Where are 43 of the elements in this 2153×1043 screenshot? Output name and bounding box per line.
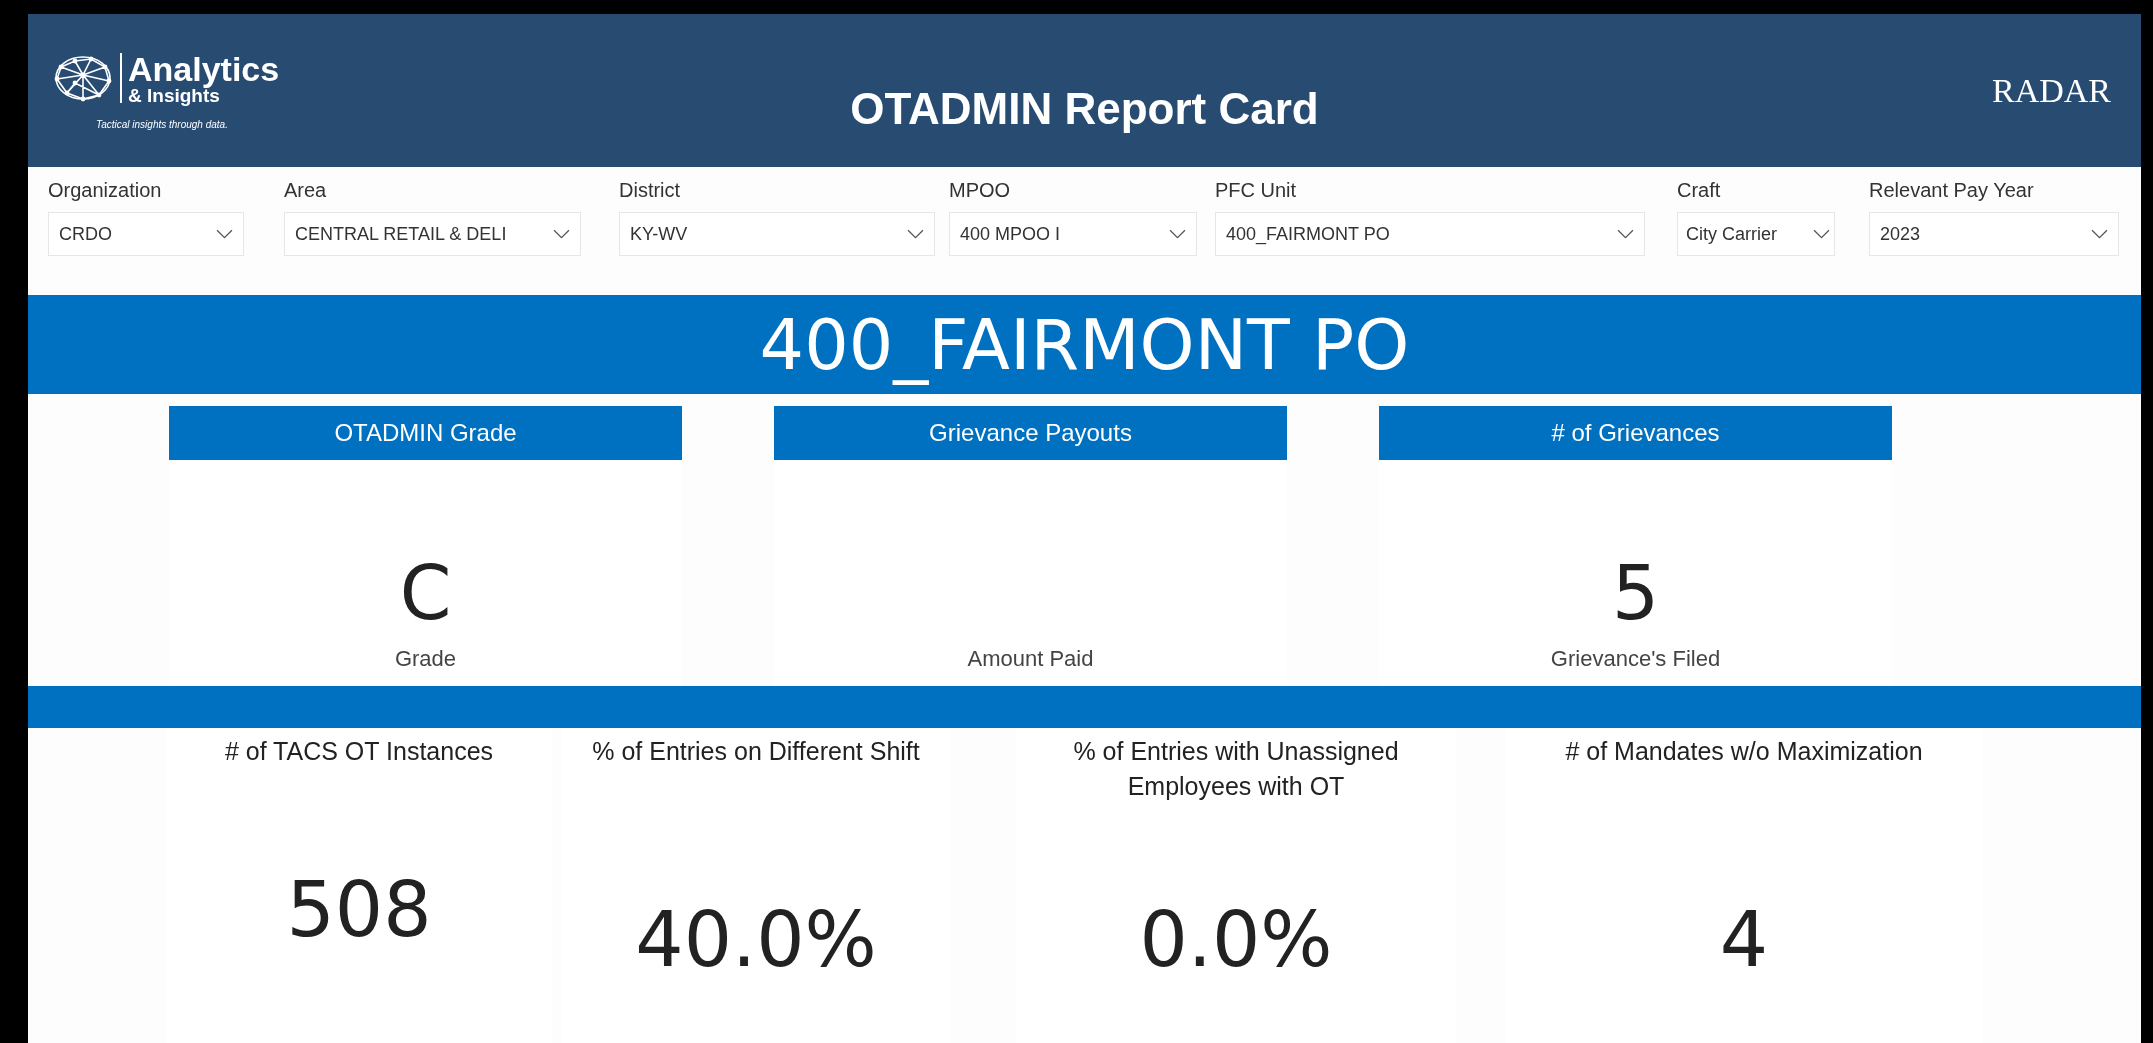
chevron-down-icon bbox=[1169, 229, 1186, 239]
chevron-down-icon bbox=[553, 229, 570, 239]
filter-dropdown[interactable]: 400_FAIRMONT PO bbox=[1215, 212, 1645, 256]
card-title: # of TACS OT Instances bbox=[223, 736, 495, 767]
kpi-value: 40.0% bbox=[635, 895, 877, 984]
filter-dropdown[interactable]: 400 MPOO I bbox=[949, 212, 1197, 256]
filter-dropdown[interactable]: CRDO bbox=[48, 212, 244, 256]
card-title: # of Mandates w/o Maximization bbox=[1564, 736, 1924, 767]
filter-dropdown[interactable]: 2023 bbox=[1869, 212, 2119, 256]
brand-name: RADAR bbox=[1991, 72, 2111, 110]
unit-name: 400_FAIRMONT PO bbox=[759, 303, 1410, 386]
kpi-value: 4 bbox=[1719, 895, 1769, 984]
filter-label: PFC Unit bbox=[1215, 179, 1298, 202]
card-title: % of Entries with Unassigned Employees with OT bbox=[1072, 736, 1400, 802]
chevron-down-icon bbox=[2091, 229, 2108, 239]
card-title: # of Grievances bbox=[1551, 419, 1720, 447]
kpi-value: C bbox=[399, 556, 452, 630]
filter-dropdown[interactable]: City Carrier bbox=[1677, 212, 1835, 256]
card-title: Grievance Payouts bbox=[929, 419, 1132, 447]
filter-label: District bbox=[619, 179, 682, 202]
filter-dropdown[interactable]: CENTRAL RETAIL & DELI bbox=[284, 212, 581, 256]
kpi-value: 508 bbox=[286, 865, 432, 954]
kpi-value: 5 bbox=[1611, 556, 1660, 630]
filter-label: Relevant Pay Year bbox=[1869, 179, 2035, 202]
kpi-caption: Grade bbox=[394, 646, 457, 672]
report-title: OTADMIN Report Card bbox=[850, 84, 1319, 134]
kpi-caption: Amount Paid bbox=[967, 646, 1094, 672]
logo-tagline: Tactical insights through data. bbox=[96, 118, 229, 130]
kpi-caption: Grievance's Filed bbox=[1550, 646, 1721, 672]
chevron-down-icon bbox=[907, 229, 924, 239]
filter-label: Area bbox=[284, 179, 328, 202]
filter-label: MPOO bbox=[949, 179, 1012, 202]
chevron-down-icon bbox=[1813, 229, 1830, 239]
card-title: OTADMIN Grade bbox=[334, 419, 517, 447]
chevron-down-icon bbox=[1617, 229, 1634, 239]
filter-label: Organization bbox=[48, 179, 163, 202]
filter-dropdown[interactable]: KY-WV bbox=[619, 212, 935, 256]
logo-title: Analytics bbox=[128, 51, 280, 86]
card-title: % of Entries on Different Shift bbox=[591, 736, 921, 767]
filter-label: Craft bbox=[1677, 179, 1722, 202]
kpi-value: 0.0% bbox=[1139, 895, 1333, 984]
chevron-down-icon bbox=[216, 229, 233, 239]
network-globe-icon bbox=[52, 53, 122, 103]
